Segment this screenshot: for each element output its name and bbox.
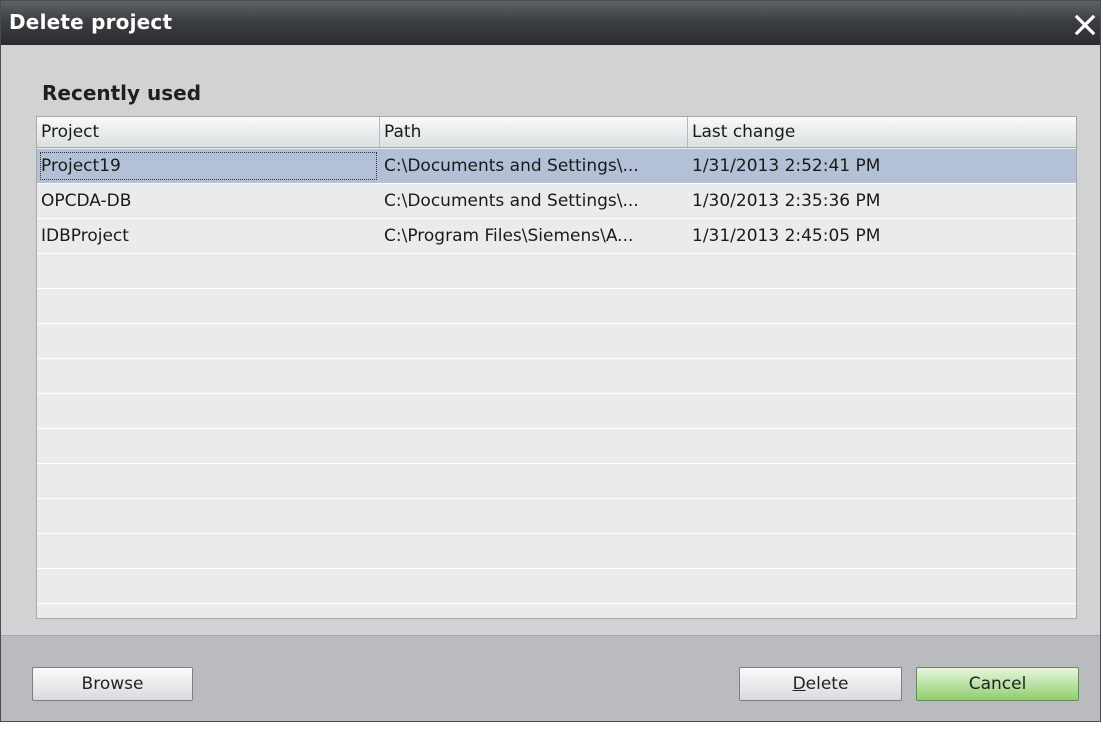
empty-row (37, 429, 1076, 464)
empty-row (37, 534, 1076, 569)
table-row[interactable]: OPCDA-DB C:\Documents and Settings\... 1… (37, 184, 1076, 219)
project-name-cell: Project19 (37, 149, 380, 183)
last-change-cell: 1/31/2013 2:45:05 PM (692, 226, 881, 246)
empty-row (37, 324, 1076, 359)
project-name-cell: OPCDA-DB (41, 191, 132, 211)
table-row[interactable]: Project19 C:\Documents and Settings\... … (37, 149, 1076, 184)
column-header-path[interactable]: Path (380, 117, 688, 147)
table-header: Project Path Last change (37, 117, 1076, 148)
empty-row (37, 254, 1076, 289)
last-change-cell: 1/30/2013 2:35:36 PM (692, 191, 881, 211)
dialog-title: Delete project (9, 10, 173, 34)
delete-button-label: Delete (793, 674, 849, 694)
project-path-cell: C:\Documents and Settings\... (384, 191, 639, 211)
column-header-project[interactable]: Project (37, 117, 380, 147)
project-name-cell: IDBProject (41, 226, 129, 246)
table-row[interactable]: IDBProject C:\Program Files\Siemens\A...… (37, 219, 1076, 254)
delete-mnemonic: D (792, 674, 806, 694)
empty-row (37, 359, 1076, 394)
project-path-cell: C:\Documents and Settings\... (384, 156, 639, 176)
empty-row (37, 569, 1076, 604)
last-change-cell: 1/31/2013 2:52:41 PM (692, 156, 881, 176)
empty-row (37, 289, 1076, 324)
delete-project-dialog: Delete project Recently used Project Pat… (0, 0, 1101, 722)
browse-button[interactable]: Browse (32, 667, 193, 701)
project-path-cell: C:\Program Files\Siemens\A... (384, 226, 634, 246)
recent-projects-table: Project Path Last change Project19 C:\Do… (36, 116, 1077, 619)
delete-label-rest: elete (805, 674, 849, 694)
title-bar: Delete project (1, 1, 1100, 45)
delete-button[interactable]: Delete (739, 667, 902, 701)
dialog-footer: Browse Delete Cancel (1, 635, 1100, 721)
cancel-button[interactable]: Cancel (916, 667, 1079, 701)
empty-row (37, 394, 1076, 429)
empty-row (37, 499, 1076, 534)
section-title-recently-used: Recently used (42, 81, 202, 105)
close-button[interactable] (1070, 9, 1100, 41)
close-icon (1074, 14, 1096, 36)
column-header-last-change[interactable]: Last change (688, 117, 1076, 147)
empty-row (37, 464, 1076, 499)
cancel-button-label: Cancel (968, 674, 1027, 694)
browse-button-label: Browse (81, 674, 144, 694)
